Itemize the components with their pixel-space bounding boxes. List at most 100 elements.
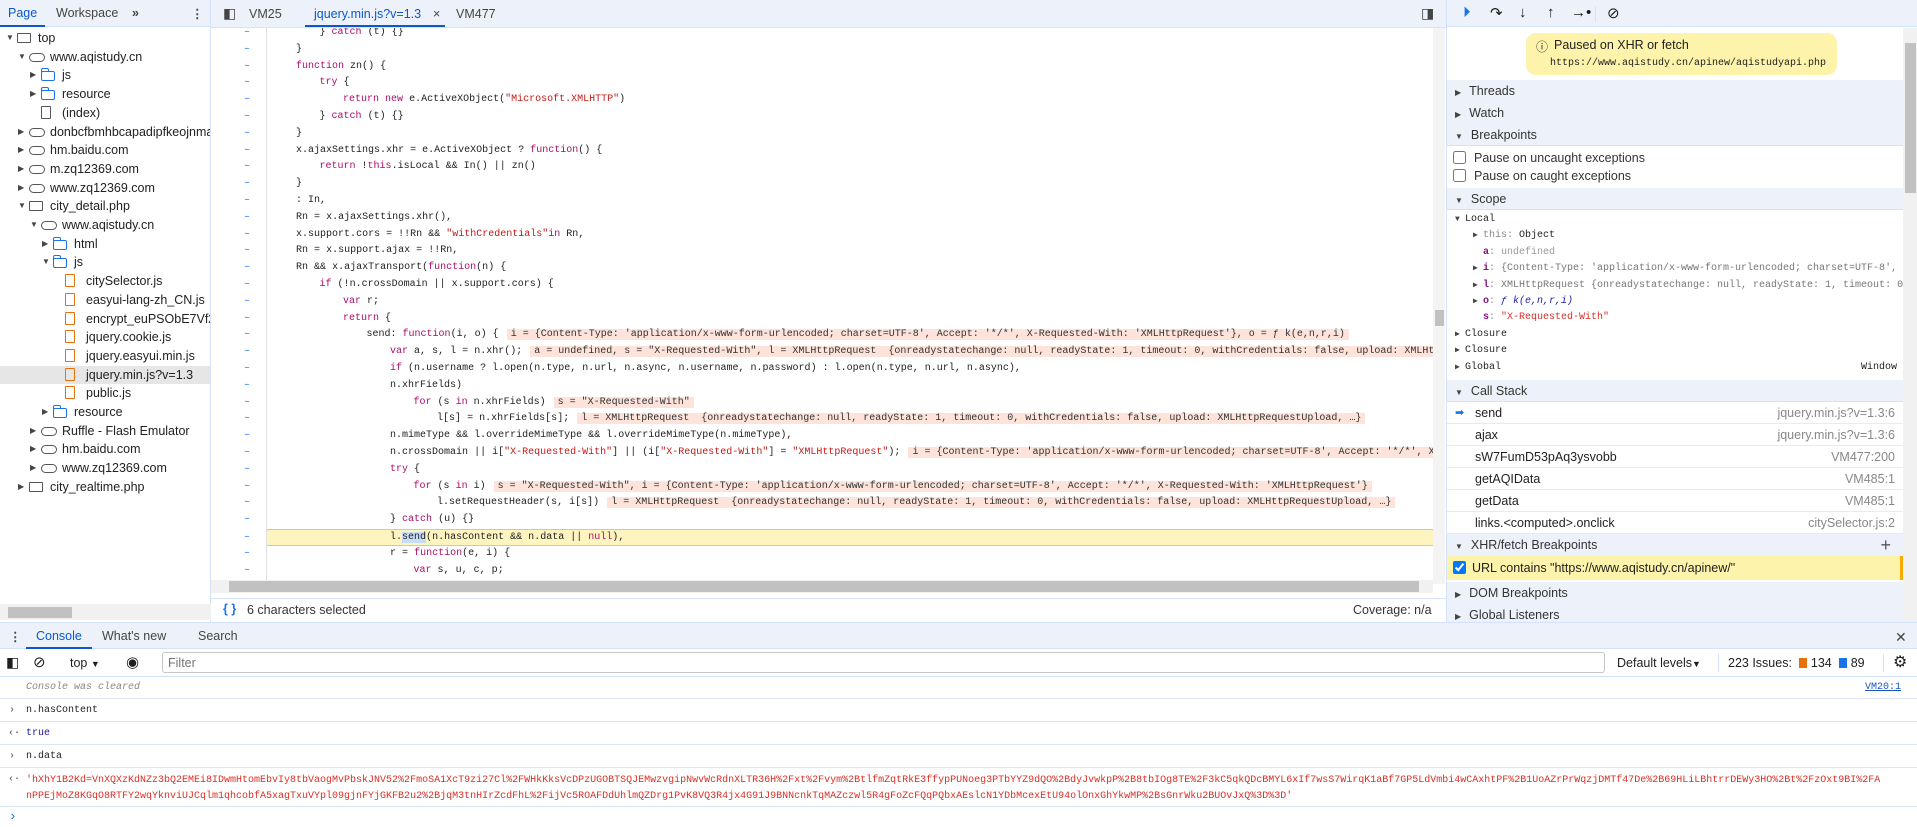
code-line[interactable]: – l[s] = n.xhrFields[s]; l = XMLHttpReques… bbox=[211, 411, 1433, 428]
tree-item[interactable]: ▼ city_detail.php bbox=[0, 197, 210, 215]
section-global-listeners[interactable]: ▶ Global Listeners bbox=[1447, 604, 1917, 622]
line-number-marker[interactable]: – bbox=[244, 243, 250, 260]
line-number-marker[interactable]: – bbox=[244, 176, 250, 193]
line-number-marker[interactable]: – bbox=[244, 512, 250, 529]
drawer-menu-icon[interactable]: ⋮ bbox=[9, 629, 22, 644]
tab-vm477[interactable]: VM477 bbox=[456, 7, 496, 21]
tree-item[interactable]: easyui-lang-zh_CN.js bbox=[0, 291, 210, 309]
collapsed-arrow-icon[interactable]: ▶ bbox=[1455, 327, 1460, 343]
tab-console[interactable]: Console bbox=[36, 629, 82, 643]
collapsed-arrow-icon[interactable]: ▶ bbox=[18, 141, 24, 159]
code-line[interactable]: – n.crossDomain || i["X-Requested-With"] … bbox=[211, 445, 1433, 462]
line-number-marker[interactable]: – bbox=[244, 42, 250, 59]
collapsed-arrow-icon[interactable]: ▶ bbox=[18, 179, 24, 197]
tree-item[interactable]: ▶ donbcfbmhbcapadipfkeojnmajbakddd bbox=[0, 123, 210, 141]
collapsed-arrow-icon[interactable]: ▶ bbox=[30, 85, 36, 103]
collapsed-arrow-icon[interactable]: ▶ bbox=[1473, 278, 1478, 294]
code-line[interactable]: – Rn = x.ajaxSettings.xhr(), bbox=[211, 210, 1433, 227]
line-number-marker[interactable]: – bbox=[244, 28, 250, 42]
tree-item[interactable]: ▶ www.zq12369.com bbox=[0, 459, 210, 477]
expanded-arrow-icon[interactable]: ▼ bbox=[42, 253, 50, 271]
expanded-arrow-icon[interactable]: ▼ bbox=[1455, 212, 1460, 228]
section-scope[interactable]: ▼ Scope bbox=[1447, 188, 1917, 210]
line-number-marker[interactable]: – bbox=[244, 210, 250, 227]
collapsed-arrow-icon[interactable]: ▶ bbox=[30, 459, 36, 477]
tab-jquery-min-js[interactable]: jquery.min.js?v=1.3 bbox=[314, 7, 421, 21]
line-number-marker[interactable]: – bbox=[244, 92, 250, 109]
line-number-marker[interactable]: – bbox=[244, 311, 250, 328]
collapsed-arrow-icon[interactable]: ▶ bbox=[1455, 360, 1460, 376]
call-frame[interactable]: links.<computed>.onclick citySelector.js:… bbox=[1447, 512, 1917, 534]
tree-item[interactable]: ▼ js bbox=[0, 253, 210, 271]
frame-location-link[interactable]: VM477:200 bbox=[1831, 446, 1895, 468]
frame-location-link[interactable]: jquery.min.js?v=1.3:6 bbox=[1777, 424, 1895, 446]
editor-vertical-scrollbar[interactable] bbox=[1433, 28, 1445, 584]
scope-item[interactable]: ▶ i: {Content-Type: 'application/x-www-for… bbox=[1447, 261, 1917, 277]
collapsed-arrow-icon[interactable]: ▶ bbox=[18, 160, 24, 178]
section-xhr-breakpoints[interactable]: ▼ XHR/fetch Breakpoints + bbox=[1447, 534, 1917, 556]
code-line[interactable]: –} bbox=[211, 126, 1433, 143]
collapsed-arrow-icon[interactable]: ▶ bbox=[42, 235, 48, 253]
tree-item[interactable]: ▶ city_realtime.php bbox=[0, 478, 210, 496]
source-link[interactable]: VM20:1 bbox=[1865, 682, 1901, 693]
chevron-double-right-icon[interactable]: » bbox=[132, 6, 139, 20]
step-over-icon[interactable]: ↷ bbox=[1490, 4, 1503, 22]
line-number-marker[interactable]: – bbox=[244, 327, 250, 344]
frame-location-link[interactable]: jquery.min.js?v=1.3:6 bbox=[1777, 402, 1895, 424]
code-line[interactable]: – send: function(i, o) {i = {Content-Type… bbox=[211, 327, 1433, 344]
pause-uncaught-option[interactable]: Pause on uncaught exceptions bbox=[1447, 149, 1917, 167]
line-number-marker[interactable]: – bbox=[244, 361, 250, 378]
call-frame[interactable]: ajax jquery.min.js?v=1.3:6 bbox=[1447, 424, 1917, 446]
code-line[interactable]: –} bbox=[211, 42, 1433, 59]
call-frame[interactable]: sW7FumD53pAq3ysvobb VM477:200 bbox=[1447, 446, 1917, 468]
call-frame[interactable]: ➡ send jquery.min.js?v=1.3:6 bbox=[1447, 402, 1917, 424]
line-number-marker[interactable]: – bbox=[244, 462, 250, 479]
scope-item[interactable]: a: undefined bbox=[1447, 245, 1917, 261]
console-settings-gear-icon[interactable]: ⚙ bbox=[1893, 652, 1907, 672]
frame-location-link[interactable]: VM485:1 bbox=[1845, 468, 1895, 490]
collapsed-arrow-icon[interactable]: ▶ bbox=[1455, 343, 1460, 359]
collapsed-arrow-icon[interactable]: ▶ bbox=[30, 422, 36, 440]
line-number-marker[interactable]: – bbox=[244, 227, 250, 244]
code-editor[interactable]: –} catch (t) {} –} – function zn() {– try {–… bbox=[211, 28, 1433, 580]
line-number-marker[interactable]: – bbox=[244, 378, 250, 395]
line-number-marker[interactable]: – bbox=[244, 395, 250, 412]
code-line[interactable]: – if (n.username ? l.open(n.type, n.url, … bbox=[211, 361, 1433, 378]
code-line[interactable]: – n.mimeType && l.overrideMimeType && l.o… bbox=[211, 428, 1433, 445]
code-line[interactable]: – function zn() { bbox=[211, 59, 1433, 76]
scope-item[interactable]: ▼ Local bbox=[1447, 212, 1917, 228]
pause-caught-option[interactable]: Pause on caught exceptions bbox=[1447, 167, 1917, 185]
xhr-breakpoint-item[interactable]: URL contains "https://www.aqistudy.cn/ap… bbox=[1447, 556, 1903, 580]
tree-item[interactable]: citySelector.js bbox=[0, 272, 210, 290]
navigator-horizontal-scrollbar[interactable] bbox=[0, 604, 211, 620]
tree-item[interactable]: ▶ js bbox=[0, 66, 210, 84]
console-filter-input[interactable] bbox=[162, 652, 1605, 673]
code-line[interactable]: – x.support.cors = !!Rn && "withCredentia… bbox=[211, 227, 1433, 244]
line-number-marker[interactable]: – bbox=[244, 126, 250, 143]
xhr-breakpoint-checkbox[interactable] bbox=[1453, 561, 1466, 574]
line-number-marker[interactable]: – bbox=[244, 546, 250, 563]
context-selector[interactable]: top ▼ bbox=[70, 656, 100, 670]
code-line[interactable]: – return new e.ActiveXObject("Microsoft.X… bbox=[211, 92, 1433, 109]
scope-item[interactable]: ▶ o: ƒ k(e,n,r,i) bbox=[1447, 294, 1917, 310]
line-number-marker[interactable]: – bbox=[244, 143, 250, 160]
scope-item[interactable]: ▶ l: XMLHttpRequest {onreadystatechange: n… bbox=[1447, 278, 1917, 294]
toggle-debugger-icon[interactable]: ◨ bbox=[1421, 5, 1434, 22]
tree-item[interactable]: ▶ m.zq12369.com bbox=[0, 160, 210, 178]
scope-item[interactable]: ▶ Closure bbox=[1447, 343, 1917, 359]
collapsed-arrow-icon[interactable]: ▶ bbox=[42, 403, 48, 421]
expanded-arrow-icon[interactable]: ▼ bbox=[18, 197, 26, 215]
tab-search[interactable]: Search bbox=[198, 629, 238, 643]
scope-item[interactable]: ▶ Global Window bbox=[1447, 360, 1917, 376]
tree-item[interactable]: jquery.easyui.min.js bbox=[0, 347, 210, 365]
paused-code-line[interactable]: – l.send(n.hasContent && n.data || null), bbox=[244, 529, 1433, 546]
call-frame[interactable]: getAQIData VM485:1 bbox=[1447, 468, 1917, 490]
code-line[interactable]: – if (!n.crossDomain || x.support.cors) { bbox=[211, 277, 1433, 294]
code-line[interactable]: – var a, s, l = n.xhr(); a = undefined, s … bbox=[211, 344, 1433, 361]
section-watch[interactable]: ▶ Watch bbox=[1447, 102, 1917, 124]
tree-item[interactable]: jquery.min.js?v=1.3 bbox=[0, 365, 210, 384]
editor-horizontal-scrollbar[interactable] bbox=[211, 580, 1433, 593]
code-line[interactable]: – Rn && x.ajaxTransport(function(n) { bbox=[211, 260, 1433, 277]
line-number-marker[interactable]: – bbox=[244, 294, 250, 311]
tree-item[interactable]: public.js bbox=[0, 384, 210, 402]
